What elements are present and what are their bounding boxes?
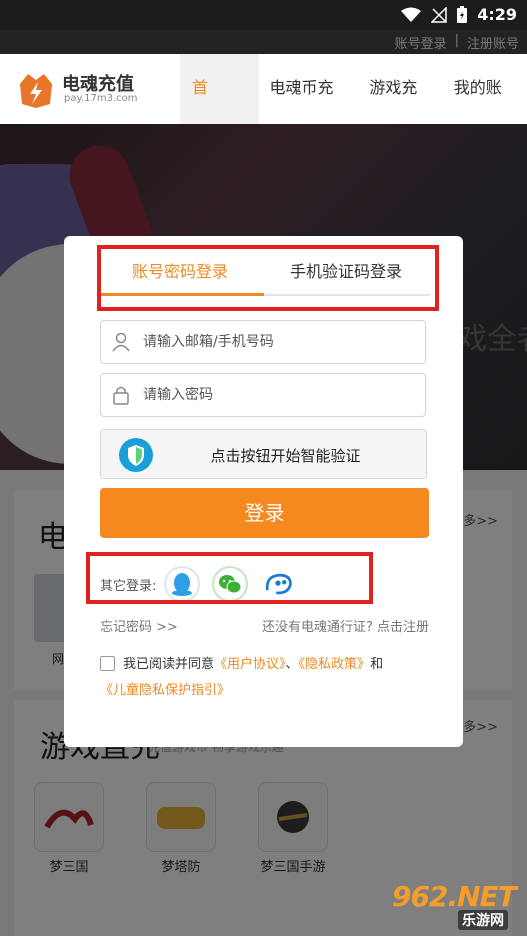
password-field[interactable]: [100, 373, 426, 417]
register-link[interactable]: 还没有电魂通行证? 点击注册: [262, 616, 429, 635]
nav-item-my-account[interactable]: 我的账户: [443, 54, 527, 165]
site-logo[interactable]: 电魂充值 pay.17m3.com: [14, 68, 154, 112]
register-account-link[interactable]: 注册账号: [467, 33, 519, 52]
watermark-text: 962.NET: [392, 880, 517, 913]
account-login-link[interactable]: 账号登录: [395, 33, 447, 52]
agree-prefix: 我已阅读并同意: [123, 657, 215, 672]
login-button[interactable]: 登录: [100, 488, 429, 538]
watermark-subtext: 乐游网: [458, 910, 508, 930]
password-input[interactable]: [143, 374, 413, 416]
agree-separator: 、: [285, 657, 299, 672]
child-privacy-link[interactable]: 《儿童隐私保护指引》: [100, 683, 230, 698]
status-time: 4:29: [477, 5, 517, 24]
forgot-password-link[interactable]: 忘记密码 >>: [100, 616, 178, 635]
battery-icon: [457, 6, 468, 23]
status-bar: 4:29: [0, 0, 527, 30]
agree-checkbox[interactable]: [100, 656, 115, 671]
site-header: 电魂充值 pay.17m3.com 首页 电魂币充值 游戏充值 我的账户: [0, 54, 527, 165]
privacy-policy-link[interactable]: 《隐私政策》: [299, 657, 371, 672]
status-icons: 4:29: [401, 5, 517, 24]
top-links-bar: 账号登录 | 注册账号: [0, 30, 527, 54]
logo-url: pay.17m3.com: [64, 93, 138, 104]
main-nav: 首页 电魂币充值 游戏充值 我的账户: [180, 54, 527, 165]
account-field[interactable]: [100, 320, 426, 364]
nav-item-coin-recharge[interactable]: 电魂币充值: [259, 54, 359, 165]
nav-item-game-recharge[interactable]: 游戏充值: [358, 54, 442, 165]
login-modal: 账号密码登录 手机验证码登录 点击按钮开始智能验证 登录 其它登录:: [64, 236, 463, 747]
agreement-row: 我已阅读并同意《用户协议》、《隐私政策》和《儿童隐私保护指引》: [100, 652, 440, 704]
agree-and: 和: [370, 657, 384, 672]
signal-icon: [431, 6, 447, 23]
account-input[interactable]: [143, 321, 413, 363]
lock-icon: [111, 385, 131, 405]
user-agreement-link[interactable]: 《用户协议》: [214, 657, 286, 672]
nav-item-home[interactable]: 首页: [180, 54, 259, 165]
wifi-icon: [401, 7, 422, 23]
link-separator: |: [454, 33, 459, 48]
smart-verify-button[interactable]: 点击按钮开始智能验证: [100, 429, 427, 479]
watermark-logo: 962.NET 乐游网: [388, 880, 522, 932]
smart-verify-label: 点击按钮开始智能验证: [210, 447, 361, 465]
logo-mark-icon: [14, 70, 58, 110]
annotation-box-other-login: [86, 552, 373, 604]
annotation-box-tabs: [97, 245, 439, 311]
user-icon: [111, 332, 131, 352]
